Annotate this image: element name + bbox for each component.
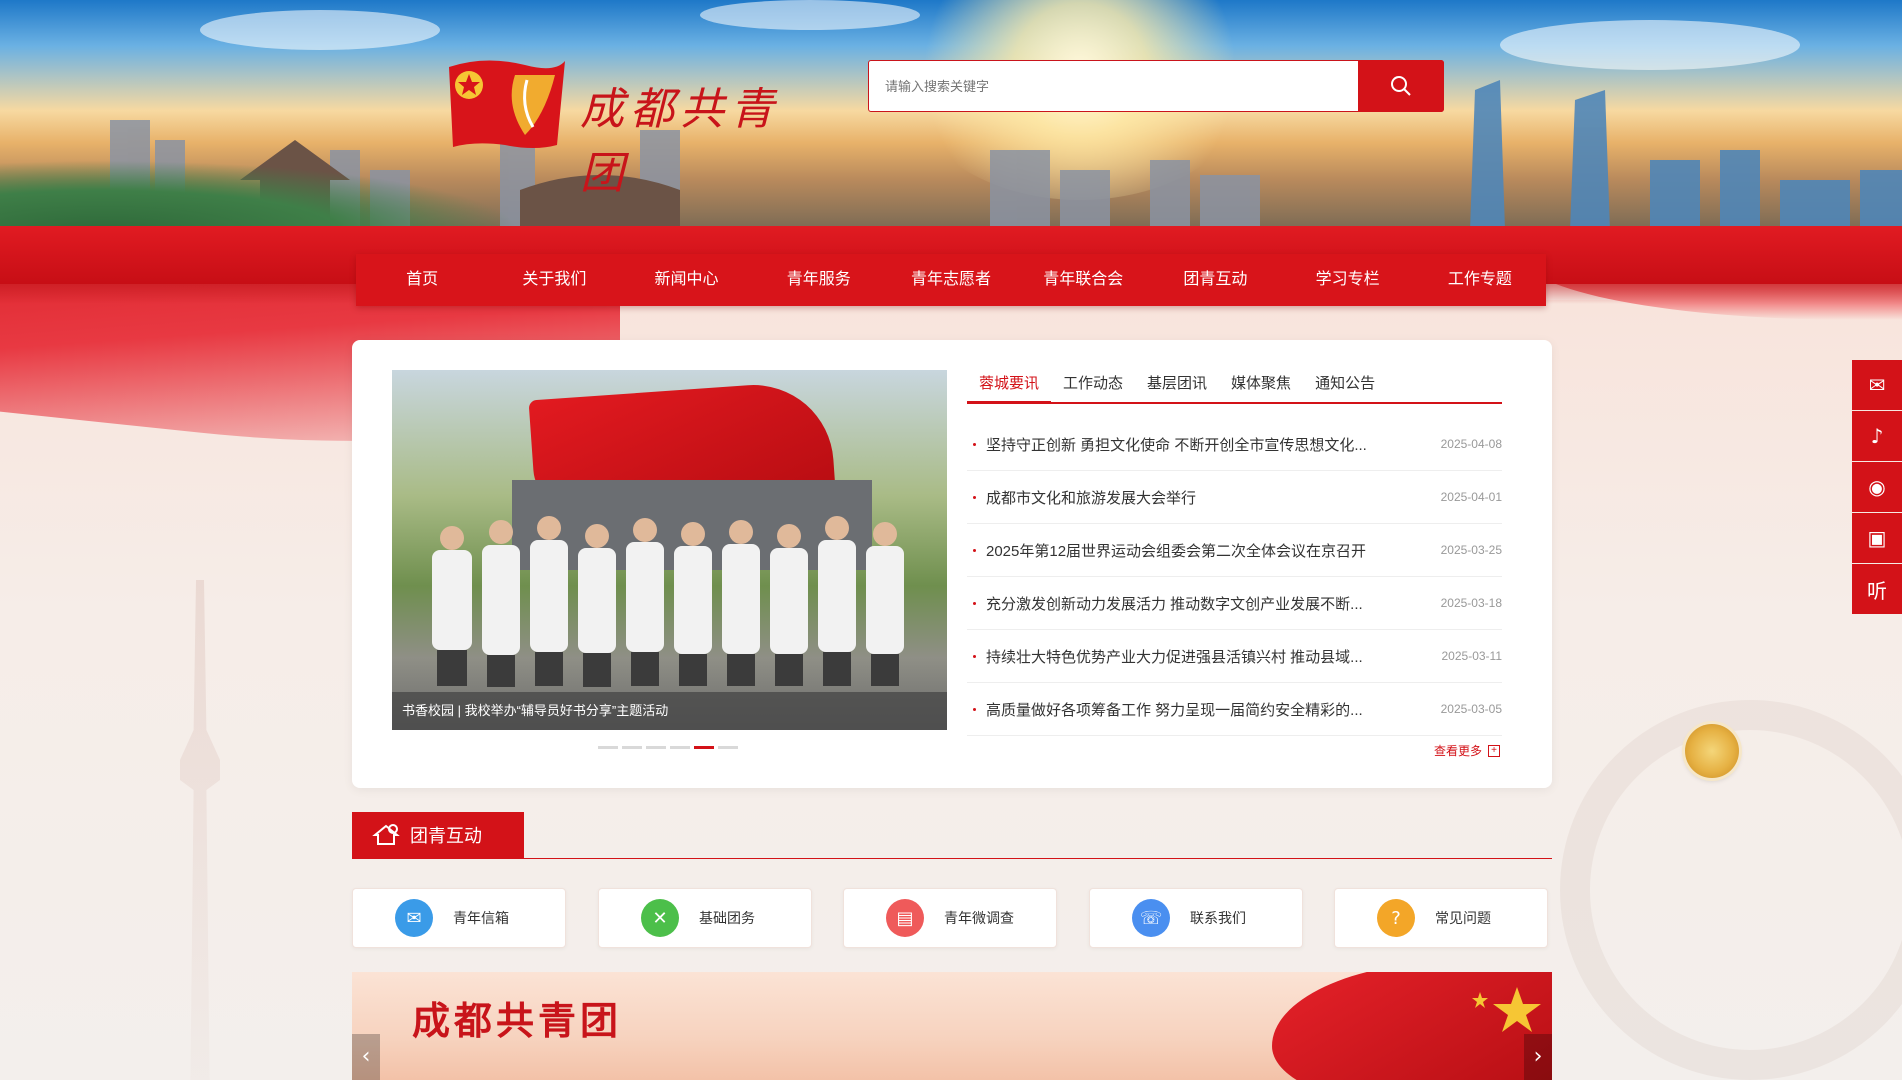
- news-date: 2025-04-01: [1440, 490, 1502, 504]
- wechat-icon[interactable]: ✉: [1852, 360, 1902, 410]
- social-sidebar: ✉ ♪ ◉ ▣ 听: [1852, 360, 1902, 615]
- carousel-dot[interactable]: [694, 746, 714, 749]
- section-title-text: 团青互动: [410, 826, 482, 846]
- search-button[interactable]: [1358, 60, 1444, 112]
- news-item[interactable]: 充分激发创新动力发展活力 推动数字文创产业发展不断... 2025-03-18: [967, 577, 1502, 630]
- search-box: [868, 60, 1444, 112]
- carousel-dot[interactable]: [622, 746, 642, 749]
- service-label: 常见问题: [1435, 910, 1491, 926]
- news-date: 2025-03-25: [1440, 543, 1502, 557]
- nav-item-about[interactable]: 关于我们: [488, 254, 620, 306]
- service-faq[interactable]: ? 常见问题: [1334, 888, 1548, 948]
- news-title: 成都市文化和旅游发展大会举行: [986, 489, 1197, 507]
- tab-work-updates[interactable]: 工作动态: [1051, 368, 1135, 402]
- section-title: 团青互动: [352, 812, 524, 858]
- plus-icon: +: [1488, 744, 1501, 757]
- news-card: 书香校园 | 我校举办“辅导员好书分享”主题活动 蓉城要讯 工作动态 基层团讯 …: [352, 340, 1552, 788]
- cloud: [700, 0, 920, 30]
- news-item[interactable]: 持续壮大特色优势产业大力促进强县活镇兴村 推动县域... 2025-03-11: [967, 630, 1502, 683]
- nav-item-home[interactable]: 首页: [356, 254, 488, 306]
- service-basic-affairs[interactable]: ✕ 基础团务: [598, 888, 812, 948]
- mail-icon: ✉: [395, 899, 433, 937]
- carousel-caption-bar: 书香校园 | 我校举办“辅导员好书分享”主题活动: [392, 692, 947, 730]
- carousel-dot[interactable]: [718, 746, 738, 749]
- floating-badge-icon[interactable]: [1685, 724, 1739, 778]
- news-item[interactable]: 坚持守正创新 勇担文化使命 不断开创全市宣传思想文化... 2025-04-08: [967, 418, 1502, 471]
- service-label: 联系我们: [1190, 910, 1246, 926]
- service-contact-us[interactable]: ☏ 联系我们: [1089, 888, 1303, 948]
- site-logo[interactable]: 成都共青团: [445, 55, 820, 199]
- service-youth-mailbox[interactable]: ✉ 青年信箱: [352, 888, 566, 948]
- weibo-icon[interactable]: ◉: [1852, 462, 1902, 512]
- news-date: 2025-04-08: [1440, 437, 1502, 451]
- tab-city-news[interactable]: 蓉城要讯: [967, 368, 1052, 404]
- cloud: [200, 10, 440, 50]
- nav-item-youth-service[interactable]: 青年服务: [753, 254, 885, 306]
- news-title: 高质量做好各项筹备工作 努力呈现一届简约安全精彩的...: [986, 701, 1363, 719]
- promo-banner[interactable]: 成都共青团 ‹ ›: [352, 972, 1552, 1080]
- banner-title: 成都共青团: [412, 998, 623, 1043]
- interaction-section-header: 团青互动: [352, 812, 1552, 859]
- carousel-dot[interactable]: [670, 746, 690, 749]
- carousel-dot[interactable]: [646, 746, 666, 749]
- tab-grassroots[interactable]: 基层团讯: [1135, 368, 1219, 402]
- nav-item-interaction[interactable]: 团青互动: [1149, 254, 1281, 306]
- news-date: 2025-03-18: [1440, 596, 1502, 610]
- news-list: 坚持守正创新 勇担文化使命 不断开创全市宣传思想文化... 2025-04-08 …: [967, 418, 1502, 736]
- main-nav: 首页 关于我们 新闻中心 青年服务 青年志愿者 青年联合会 团青互动 学习专栏 …: [356, 254, 1546, 306]
- news-date: 2025-03-11: [1441, 649, 1503, 663]
- group-photo: [432, 516, 904, 687]
- nav-item-youth-federation[interactable]: 青年联合会: [1017, 254, 1149, 306]
- news-tabs: 蓉城要讯 工作动态 基层团讯 媒体聚焦 通知公告: [967, 368, 1502, 404]
- carousel-caption: 书香校园 | 我校举办“辅导员好书分享”主题活动: [402, 703, 669, 718]
- news-date: 2025-03-05: [1440, 702, 1502, 716]
- nav-item-study[interactable]: 学习专栏: [1282, 254, 1414, 306]
- nav-item-news[interactable]: 新闻中心: [620, 254, 752, 306]
- douyin-icon[interactable]: ♪: [1852, 411, 1902, 461]
- news-item[interactable]: 成都市文化和旅游发展大会举行 2025-04-01: [967, 471, 1502, 524]
- carousel-slide[interactable]: 书香校园 | 我校举办“辅导员好书分享”主题活动: [392, 370, 947, 730]
- trees: [0, 160, 520, 230]
- news-title: 持续壮大特色优势产业大力促进强县活镇兴村 推动县域...: [986, 648, 1363, 666]
- news-title: 2025年第12届世界运动会组委会第二次全体会议在京召开: [986, 542, 1367, 560]
- banner-prev-button[interactable]: ‹: [352, 1034, 380, 1080]
- service-label: 青年信箱: [453, 910, 509, 926]
- service-youth-survey[interactable]: ▤ 青年微调查: [843, 888, 1057, 948]
- news-title: 坚持守正创新 勇担文化使命 不断开创全市宣传思想文化...: [986, 436, 1367, 454]
- tab-media[interactable]: 媒体聚焦: [1219, 368, 1303, 402]
- puzzle-icon: ✕: [641, 899, 679, 937]
- service-label: 基础团务: [699, 910, 755, 926]
- banner-next-button[interactable]: ›: [1524, 1034, 1552, 1080]
- phone-icon: ☏: [1132, 899, 1170, 937]
- news-item[interactable]: 高质量做好各项筹备工作 努力呈现一届简约安全精彩的... 2025-03-05: [967, 683, 1502, 736]
- header-banner: 成都共青团: [0, 0, 1902, 230]
- news-title: 充分激发创新动力发展活力 推动数字文创产业发展不断...: [986, 595, 1363, 613]
- interaction-icon: [372, 824, 400, 845]
- bilibili-icon[interactable]: ▣: [1852, 513, 1902, 563]
- cloud: [1500, 20, 1800, 70]
- news-item[interactable]: 2025年第12届世界运动会组委会第二次全体会议在京召开 2025-03-25: [967, 524, 1502, 577]
- more-news-label: 查看更多: [1434, 744, 1483, 758]
- logo-text: 成都共青团: [580, 84, 780, 199]
- star-icon: [1472, 987, 1541, 1032]
- search-icon: [1391, 76, 1411, 96]
- listen-icon[interactable]: 听: [1852, 564, 1902, 614]
- nav-item-topics[interactable]: 工作专题: [1414, 254, 1546, 306]
- nav-item-volunteers[interactable]: 青年志愿者: [885, 254, 1017, 306]
- more-news-link[interactable]: 查看更多 +: [1434, 742, 1501, 759]
- question-icon: ?: [1377, 899, 1415, 937]
- tab-notices[interactable]: 通知公告: [1303, 368, 1387, 402]
- carousel-dot[interactable]: [598, 746, 618, 749]
- search-input[interactable]: [869, 61, 1359, 111]
- carousel-dots: [598, 746, 738, 749]
- service-label: 青年微调查: [944, 910, 1014, 926]
- survey-icon: ▤: [886, 899, 924, 937]
